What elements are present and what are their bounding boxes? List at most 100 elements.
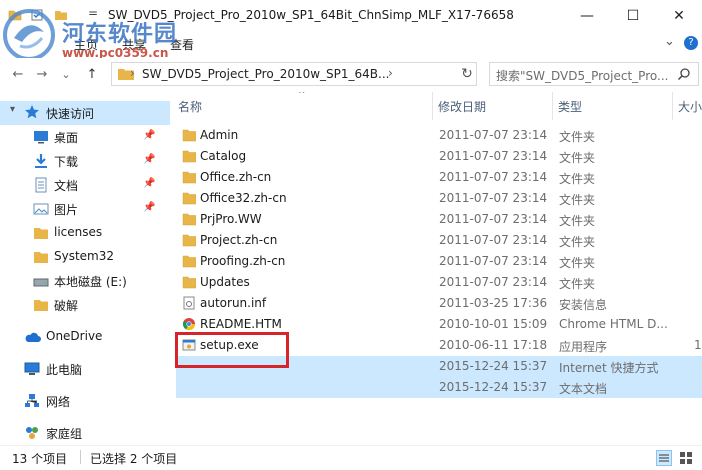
file-name: Admin xyxy=(200,128,239,142)
star-icon xyxy=(25,105,39,119)
folder-icon xyxy=(182,192,196,205)
minimize-button[interactable]: — xyxy=(564,0,610,32)
file-name: Catalog xyxy=(200,149,247,163)
file-row[interactable]: Proofing.zh-cn 2011-07-07 23:14 文件夹 xyxy=(176,251,702,272)
search-input[interactable]: 搜索"SW_DVD5_Project_Pro... xyxy=(489,62,699,86)
file-date: 2011-07-07 23:14 xyxy=(439,254,548,268)
nav-label: 下载 xyxy=(54,155,79,169)
details-view-icon[interactable] xyxy=(656,450,672,466)
file-name: PrjPro.WW xyxy=(200,212,262,226)
status-divider xyxy=(80,450,81,464)
address-path[interactable]: SW_DVD5_Project_Pro_2010w_SP1_64B... xyxy=(142,67,389,81)
file-row[interactable]: PrjPro.WW 2011-07-07 23:14 文件夹 xyxy=(176,209,702,230)
column-header-type[interactable]: 类型 xyxy=(558,98,582,115)
file-type: 文本文档 xyxy=(559,382,608,396)
nav-item-downloads[interactable]: 下载 📌 xyxy=(0,149,170,173)
nav-item-pictures[interactable]: 图片 📌 xyxy=(0,197,170,221)
column-divider[interactable] xyxy=(552,92,553,120)
file-date: 2011-03-25 17:36 xyxy=(439,296,548,310)
pin-icon[interactable]: 📌 xyxy=(143,202,155,213)
file-date: 2011-07-07 23:14 xyxy=(439,191,548,205)
nav-quick-access[interactable]: ▾ 快速访问 xyxy=(0,101,170,125)
collapse-chevron-icon[interactable]: ▾ xyxy=(10,104,15,115)
nav-onedrive[interactable]: OneDrive xyxy=(0,325,170,349)
folder-icon xyxy=(182,276,196,289)
pin-icon[interactable]: 📌 xyxy=(143,178,155,189)
nav-homegroup[interactable]: 家庭组 xyxy=(0,421,170,445)
maximize-button[interactable]: ☐ xyxy=(610,0,656,32)
folder-icon xyxy=(34,252,48,263)
refresh-button[interactable]: ↻ xyxy=(456,62,478,86)
file-row[interactable]: Catalog 2011-07-07 23:14 文件夹 xyxy=(176,146,702,167)
file-date: 2011-07-07 23:14 xyxy=(439,275,548,289)
address-dropdown-icon[interactable]: › xyxy=(388,66,393,80)
file-row[interactable]: Admin 2011-07-07 23:14 文件夹 xyxy=(176,125,702,146)
column-header-date[interactable]: 修改日期 xyxy=(438,98,486,115)
nav-label: 此电脑 xyxy=(46,363,83,377)
nav-item-documents[interactable]: 文档 📌 xyxy=(0,173,170,197)
folder-icon xyxy=(182,129,196,142)
nav-item-crack[interactable]: 破解 xyxy=(0,293,170,317)
file-row[interactable]: 2015-12-24 15:37 文本文档 xyxy=(176,377,702,398)
close-button[interactable]: ✕ xyxy=(656,0,702,32)
large-icons-view-icon[interactable] xyxy=(678,450,694,466)
file-type: 文件夹 xyxy=(559,235,596,249)
nav-this-pc[interactable]: 此电脑 xyxy=(0,357,170,381)
file-date: 2010-10-01 15:09 xyxy=(439,317,548,331)
folder-icon xyxy=(34,228,48,239)
file-type: 安装信息 xyxy=(559,298,608,312)
file-type: Internet 快捷方式 xyxy=(559,361,659,375)
cloud-icon xyxy=(25,332,41,342)
breadcrumb-separator: › xyxy=(130,66,135,80)
nav-item-licenses[interactable]: licenses xyxy=(0,221,170,245)
file-type: 文件夹 xyxy=(559,214,596,228)
folder-icon xyxy=(182,150,196,163)
help-icon[interactable]: ? xyxy=(684,36,698,50)
nav-label: 快速访问 xyxy=(46,107,95,121)
search-icon[interactable] xyxy=(677,67,691,81)
computer-icon xyxy=(24,362,40,375)
chrome-icon xyxy=(182,318,195,331)
watermark-logo-icon xyxy=(3,9,55,61)
file-type: 文件夹 xyxy=(559,277,596,291)
ribbon-expand-icon[interactable]: ⌄ xyxy=(664,34,675,49)
file-type: 文件夹 xyxy=(559,193,596,207)
back-button[interactable]: ← xyxy=(10,66,26,82)
address-bar[interactable]: › SW_DVD5_Project_Pro_2010w_SP1_64B... › xyxy=(111,62,477,86)
file-row[interactable]: Office.zh-cn 2011-07-07 23:14 文件夹 xyxy=(176,167,702,188)
sort-ascending-icon: ^ xyxy=(298,92,306,100)
homegroup-icon xyxy=(26,427,38,439)
file-row[interactable]: Office32.zh-cn 2011-07-07 23:14 文件夹 xyxy=(176,188,702,209)
file-date: 2015-12-24 15:37 xyxy=(439,380,548,394)
column-divider[interactable] xyxy=(432,92,433,120)
nav-item-desktop[interactable]: 桌面 📌 xyxy=(0,125,170,149)
nav-label: 桌面 xyxy=(54,131,79,145)
file-row[interactable]: autorun.inf 2011-03-25 17:36 安装信息 xyxy=(176,293,702,314)
file-type: 文件夹 xyxy=(559,151,596,165)
nav-label: 图片 xyxy=(54,203,79,217)
file-name: Office.zh-cn xyxy=(200,170,272,184)
up-button[interactable]: ↑ xyxy=(84,66,100,82)
column-header-size[interactable]: 大小 xyxy=(678,98,702,115)
nav-network[interactable]: 网络 xyxy=(0,389,170,413)
annotation-highlight-box xyxy=(175,332,289,368)
nav-item-system32[interactable]: System32 xyxy=(0,245,170,269)
recent-locations-button[interactable]: ⌄ xyxy=(58,66,74,82)
file-row[interactable]: Project.zh-cn 2011-07-07 23:14 文件夹 xyxy=(176,230,702,251)
pin-icon[interactable]: 📌 xyxy=(143,130,155,141)
download-icon xyxy=(35,154,47,168)
file-size: 1 xyxy=(694,338,702,352)
column-header-name[interactable]: 名称 xyxy=(178,98,202,115)
column-divider[interactable] xyxy=(672,92,673,120)
file-date: 2011-07-07 23:14 xyxy=(439,149,548,163)
file-date: 2010-06-11 17:18 xyxy=(439,338,548,352)
file-row[interactable]: Updates 2011-07-07 23:14 文件夹 xyxy=(176,272,702,293)
watermark-text: 河东软件园 xyxy=(62,22,178,47)
nav-item-local-disk-e[interactable]: 本地磁盘 (E:) xyxy=(0,269,170,293)
pin-icon[interactable]: 📌 xyxy=(143,154,155,165)
file-date: 2015-12-24 15:37 xyxy=(439,359,548,373)
item-count: 13 个项目 xyxy=(12,452,68,466)
forward-button[interactable]: → xyxy=(34,66,50,82)
file-name: README.HTM xyxy=(200,317,282,331)
nav-label: OneDrive xyxy=(46,329,103,343)
